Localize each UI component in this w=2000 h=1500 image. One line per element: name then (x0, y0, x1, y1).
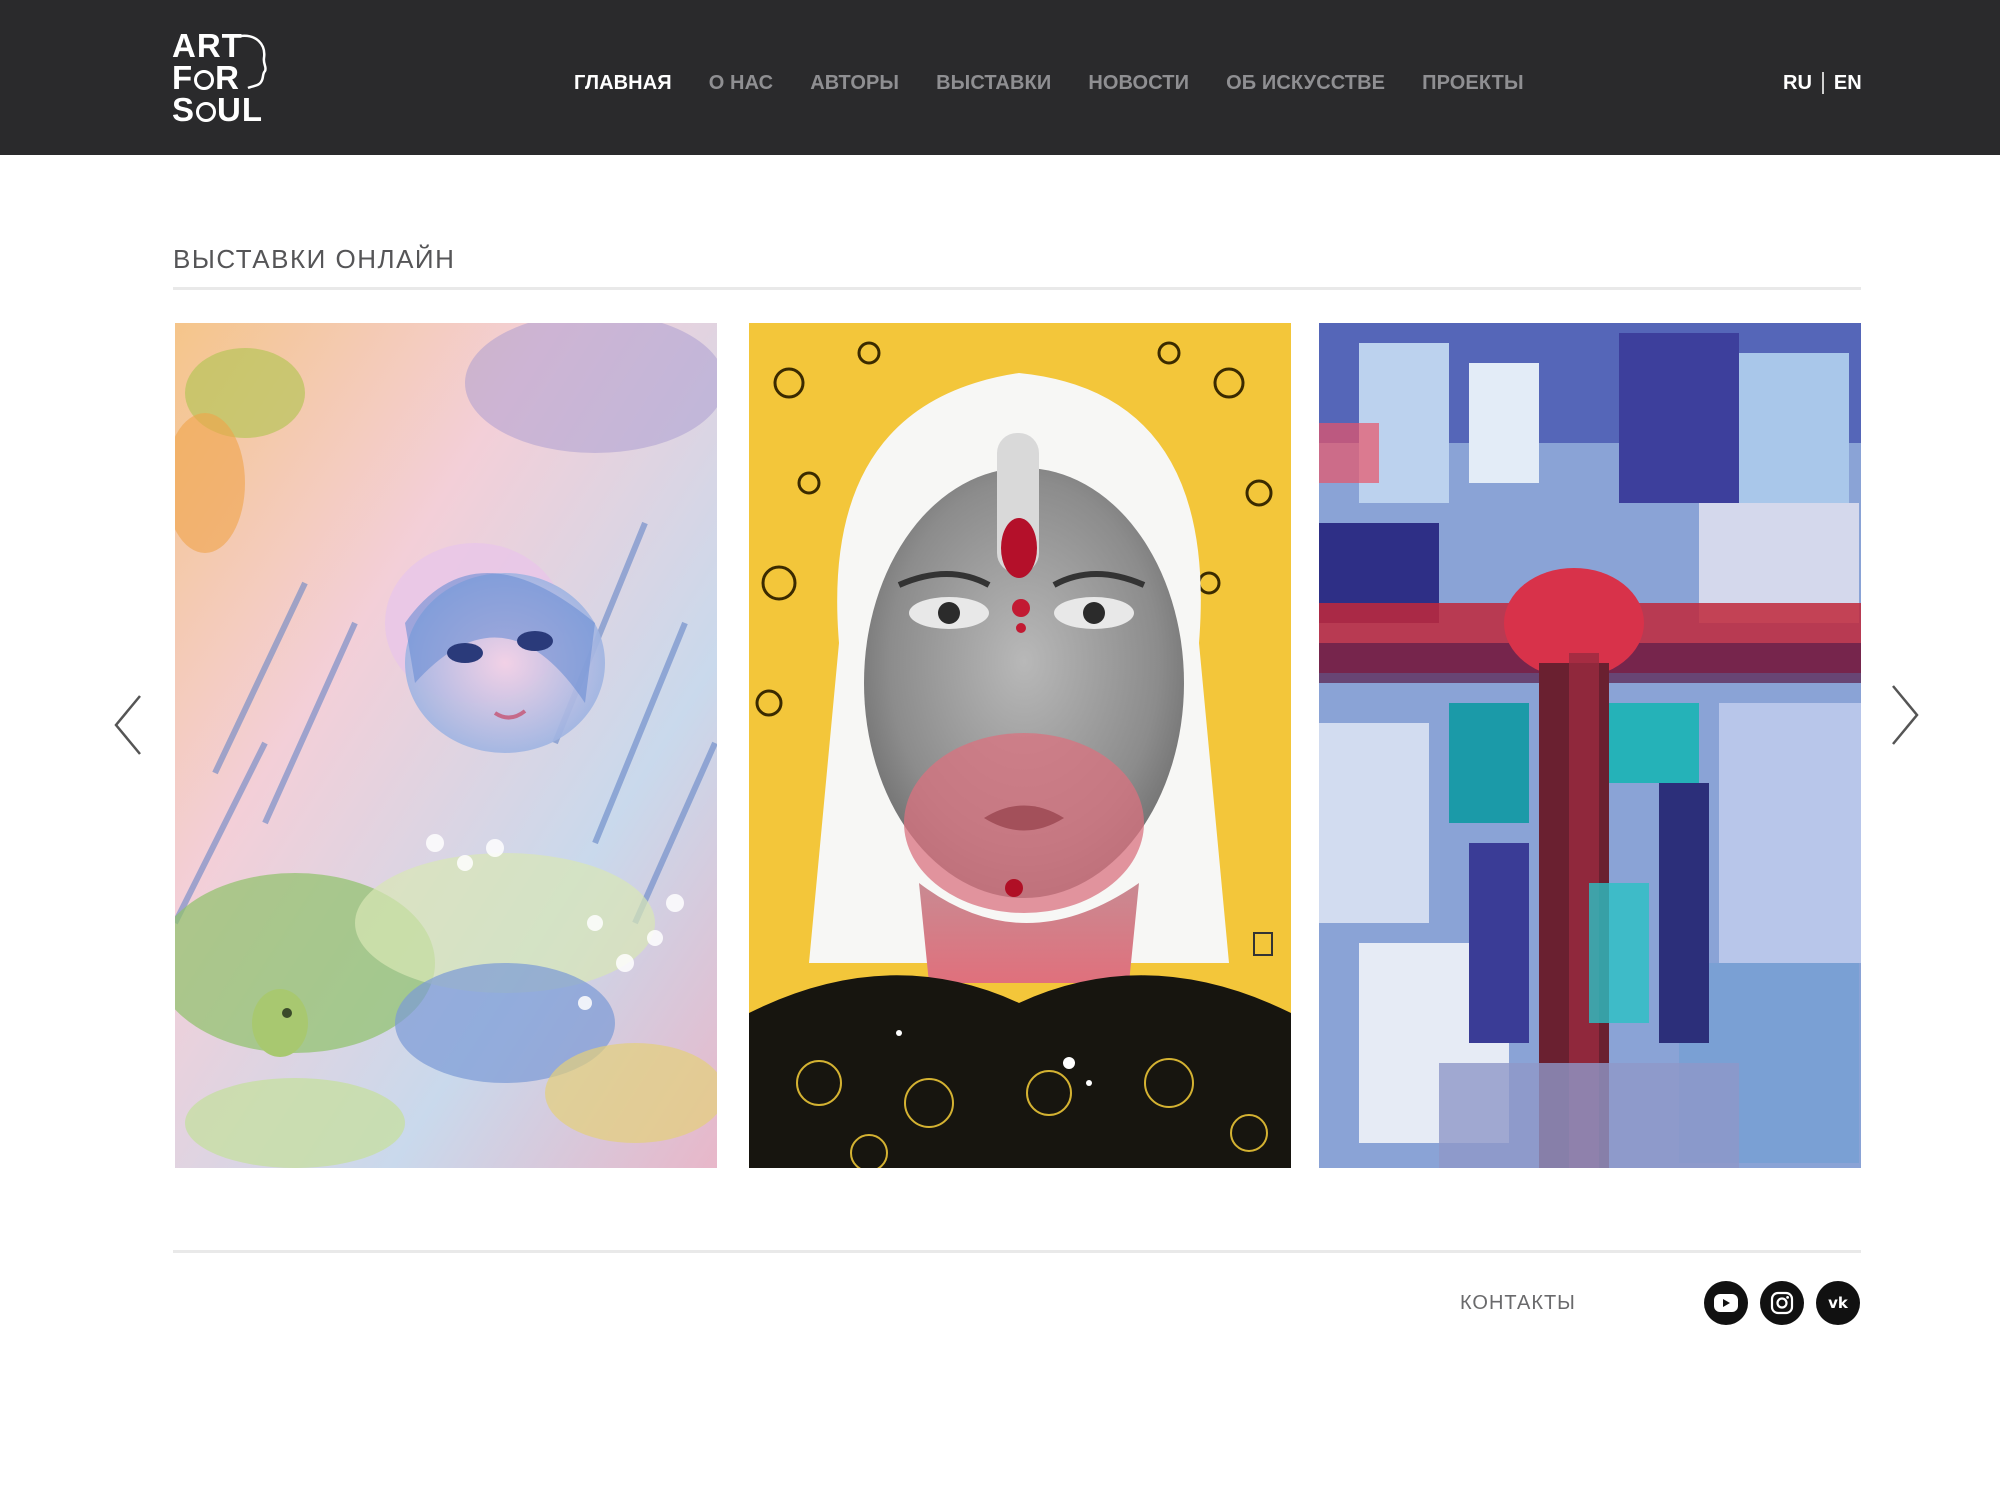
nav-item-home[interactable]: ГЛАВНАЯ (574, 72, 672, 95)
lang-ru[interactable]: RU (1783, 72, 1812, 95)
instagram-link[interactable] (1760, 1281, 1804, 1325)
chevron-left-icon[interactable] (110, 690, 150, 760)
lang-divider (1821, 72, 1824, 94)
nav-item-about[interactable]: О НАС (709, 72, 773, 95)
logo[interactable]: ART FR S UL (172, 29, 272, 128)
carousel-slide-watercolor[interactable] (175, 323, 717, 1168)
youtube-link[interactable] (1704, 1281, 1748, 1325)
artwork-abstract-crucifix-image (1319, 323, 1861, 1168)
lang-en[interactable]: EN (1834, 72, 1862, 95)
contacts-link[interactable]: КОНТАКТЫ (1460, 1292, 1576, 1315)
carousel-slide-abstract[interactable] (1319, 323, 1861, 1168)
footer-divider (173, 1250, 1861, 1253)
instagram-icon (1770, 1291, 1794, 1315)
logo-profile-icon (239, 34, 267, 90)
nav-item-authors[interactable]: АВТОРЫ (810, 72, 899, 95)
vk-link[interactable]: vk (1816, 1281, 1860, 1325)
chevron-right-icon[interactable] (1883, 680, 1923, 750)
nav-item-news[interactable]: НОВОСТИ (1088, 72, 1189, 95)
youtube-icon (1714, 1294, 1738, 1312)
site-header: ART FR S UL ГЛАВНАЯ О НАС АВТОРЫ ВЫСТАВКИ… (0, 0, 2000, 155)
logo-letter-s: S (172, 91, 196, 128)
carousel-slide-portrait[interactable] (749, 323, 1291, 1168)
main-nav: ГЛАВНАЯ О НАС АВТОРЫ ВЫСТАВКИ НОВОСТИ ОБ… (574, 68, 1524, 98)
logo-ring-icon (196, 102, 217, 122)
nav-item-about-art[interactable]: ОБ ИСКУССТВЕ (1226, 72, 1385, 95)
section-title: ВЫСТАВКИ ОНЛАЙН (173, 244, 456, 274)
vk-icon: vk (1828, 1294, 1848, 1312)
nav-item-exhibitions[interactable]: ВЫСТАВКИ (936, 72, 1051, 95)
nav-item-projects[interactable]: ПРОЕКТЫ (1422, 72, 1524, 95)
section-divider-top (173, 287, 1861, 290)
artwork-watercolor-image (175, 323, 717, 1168)
logo-ring-icon (194, 70, 215, 90)
artwork-portrait-image (749, 323, 1291, 1168)
language-switcher: RU EN (1783, 68, 1862, 98)
